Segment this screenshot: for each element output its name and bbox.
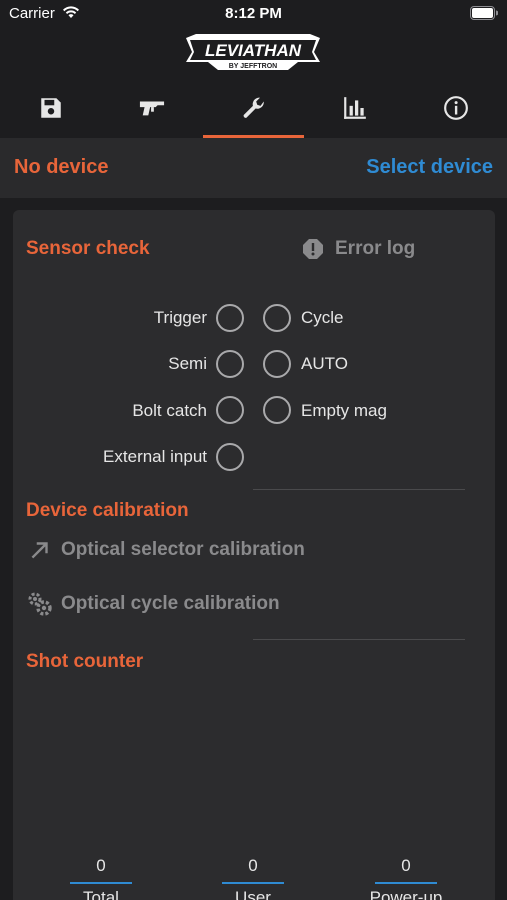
power-up-counter: 0 Power-up bbox=[370, 856, 443, 900]
total-counter: 0 Total bbox=[70, 856, 132, 900]
alert-octagon-icon bbox=[303, 239, 323, 259]
user-counter-label: User bbox=[235, 888, 271, 900]
settings-card: Sensor check Error log Trigger Cycle Sem… bbox=[13, 210, 495, 900]
select-device-button[interactable]: Select device bbox=[366, 156, 493, 179]
device-status: No device bbox=[14, 156, 109, 178]
svg-text:LEVIATHAN: LEVIATHAN bbox=[205, 41, 302, 60]
tab-gun[interactable] bbox=[101, 78, 202, 138]
tab-save[interactable] bbox=[0, 78, 101, 138]
tab-info[interactable] bbox=[406, 78, 507, 138]
info-icon bbox=[444, 96, 469, 120]
floppy-disk-icon bbox=[40, 98, 61, 118]
wrench-icon bbox=[243, 97, 264, 118]
power-up-counter-label: Power-up bbox=[369, 888, 443, 900]
trigger-indicator bbox=[216, 304, 244, 332]
optical-cycle-calibration-label: Optical cycle calibration bbox=[61, 593, 280, 614]
auto-label: AUTO bbox=[301, 354, 348, 373]
error-log-label: Error log bbox=[335, 238, 416, 259]
tab-wrench[interactable] bbox=[202, 78, 305, 138]
cycle-label: Cycle bbox=[301, 308, 344, 327]
empty-mag-label: Empty mag bbox=[301, 401, 387, 420]
counter-underline bbox=[70, 882, 132, 884]
gun-icon bbox=[140, 101, 165, 116]
bar-chart-icon bbox=[344, 97, 366, 119]
counter-underline bbox=[375, 882, 437, 884]
external-input-label: External input bbox=[103, 447, 207, 466]
section-divider bbox=[253, 639, 465, 640]
counter-underline bbox=[222, 882, 284, 884]
gears-icon bbox=[28, 592, 52, 616]
tab-stats[interactable] bbox=[304, 78, 405, 138]
power-up-counter-value: 0 bbox=[401, 856, 411, 875]
arrow-up-right-icon bbox=[31, 542, 48, 559]
auto-indicator bbox=[263, 350, 291, 378]
user-counter-value: 0 bbox=[248, 856, 258, 875]
clock: 8:12 PM bbox=[225, 5, 282, 22]
status-bar: Carrier 8:12 PM bbox=[0, 0, 507, 28]
battery-icon bbox=[470, 6, 498, 20]
bolt-catch-indicator bbox=[216, 396, 244, 424]
svg-text:BY JEFFTRON: BY JEFFTRON bbox=[229, 63, 278, 70]
optical-selector-calibration-label: Optical selector calibration bbox=[61, 539, 305, 560]
external-input-indicator bbox=[216, 443, 244, 471]
device-bar: No device Select device bbox=[0, 138, 507, 198]
bolt-catch-label: Bolt catch bbox=[132, 401, 207, 420]
cycle-indicator bbox=[263, 304, 291, 332]
shot-counter-title: Shot counter bbox=[26, 651, 144, 672]
leviathan-logo: LEVIATHAN BY JEFFTRON bbox=[186, 34, 320, 70]
total-counter-value: 0 bbox=[96, 856, 106, 875]
error-log-button[interactable]: Error log bbox=[301, 236, 415, 262]
device-calibration-title: Device calibration bbox=[26, 500, 189, 521]
optical-selector-calibration-button[interactable]: Optical selector calibration bbox=[27, 535, 305, 565]
optical-cycle-calibration-button[interactable]: Optical cycle calibration bbox=[27, 589, 280, 619]
section-divider bbox=[253, 489, 465, 490]
user-counter[interactable]: 0 User bbox=[222, 856, 284, 900]
semi-indicator bbox=[216, 350, 244, 378]
tab-bar bbox=[0, 78, 507, 138]
sensor-check-title: Sensor check bbox=[26, 238, 150, 259]
semi-label: Semi bbox=[168, 354, 207, 373]
empty-mag-indicator bbox=[263, 396, 291, 424]
trigger-label: Trigger bbox=[153, 308, 207, 327]
total-counter-label: Total bbox=[83, 888, 119, 900]
